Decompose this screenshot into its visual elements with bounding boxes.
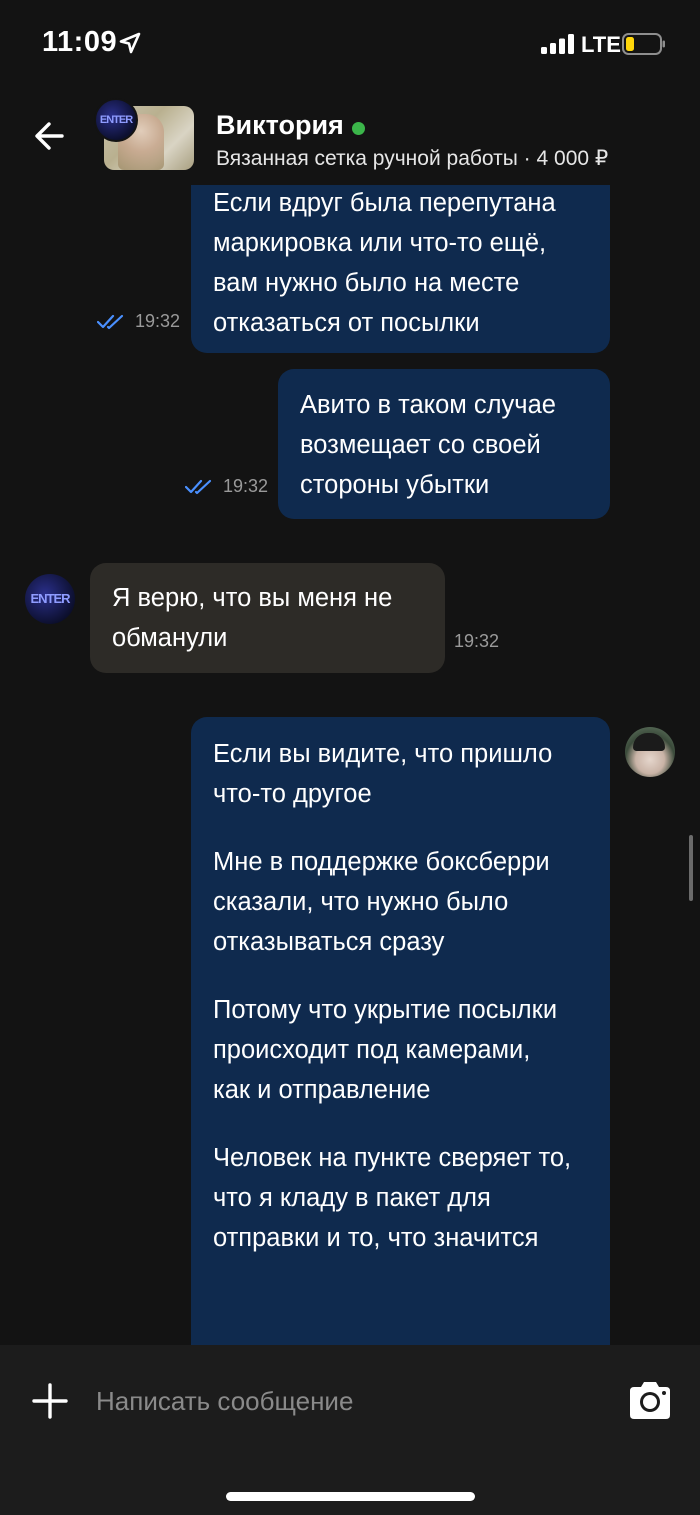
message-meta: 19:32	[454, 631, 499, 652]
avatar-photo	[633, 733, 665, 751]
message-text: Авито в таком случае возмещает со своей …	[300, 391, 556, 499]
status-time: 11:09	[42, 26, 118, 58]
my-avatar[interactable]	[625, 727, 675, 777]
message-bubble-incoming[interactable]: Я верю, что вы меня не обманули	[90, 563, 445, 673]
scrollbar[interactable]	[689, 835, 693, 901]
message-text: Если вы видите, что пришло что-то другое	[213, 740, 553, 808]
home-indicator	[226, 1492, 475, 1501]
contact-name[interactable]: Виктория	[216, 110, 344, 141]
listing-title-price[interactable]: Вязанная сетка ручной работы · 4 000 ₽	[216, 146, 608, 171]
sender-avatar[interactable]: ENTER	[25, 574, 75, 624]
message-text: Я верю, что вы меня не обманули	[112, 584, 393, 652]
battery-low-icon	[622, 33, 665, 55]
network-label: LTE	[581, 32, 621, 57]
contact-avatar[interactable]: ENTER	[94, 98, 138, 142]
message-input[interactable]	[96, 1383, 596, 1419]
location-arrow-icon	[119, 32, 141, 54]
double-check-read-icon	[97, 314, 124, 329]
signal-bars-icon	[541, 34, 574, 54]
message-time: 19:32	[223, 476, 269, 496]
chat-header: ENTER Виктория Вязанная сетка ручной раб…	[0, 90, 700, 185]
message-text: Человек на пункте сверяет то, что я клад…	[213, 1144, 572, 1252]
message-meta: 19:32	[185, 476, 268, 497]
message-text: Если вдруг была перепутана маркировка ил…	[213, 189, 556, 337]
message-bubble-outgoing[interactable]: Если вдруг была перепутана маркировка ил…	[191, 185, 610, 353]
online-status-dot	[352, 122, 365, 135]
message-text: Мне в поддержке боксберри сказали, что н…	[213, 848, 550, 956]
message-bubble-outgoing[interactable]: Если вы видите, что пришло что-то другое…	[191, 717, 610, 1345]
message-time: 19:32	[135, 311, 181, 331]
message-bubble-outgoing[interactable]: Авито в таком случае возмещает со своей …	[278, 369, 610, 519]
message-composer	[0, 1345, 700, 1515]
message-text: Потому что укрытие посылки происходит по…	[213, 996, 558, 1104]
double-check-read-icon	[185, 479, 212, 494]
message-list[interactable]: Если вдруг была перепутана маркировка ил…	[0, 185, 700, 1345]
message-meta: 19:32	[97, 311, 180, 332]
back-arrow-icon[interactable]	[28, 114, 72, 158]
camera-icon[interactable]	[626, 1379, 674, 1421]
message-time: 19:32	[454, 631, 500, 651]
plus-icon[interactable]	[30, 1381, 70, 1421]
status-bar: 11:09 LTE	[0, 0, 700, 90]
